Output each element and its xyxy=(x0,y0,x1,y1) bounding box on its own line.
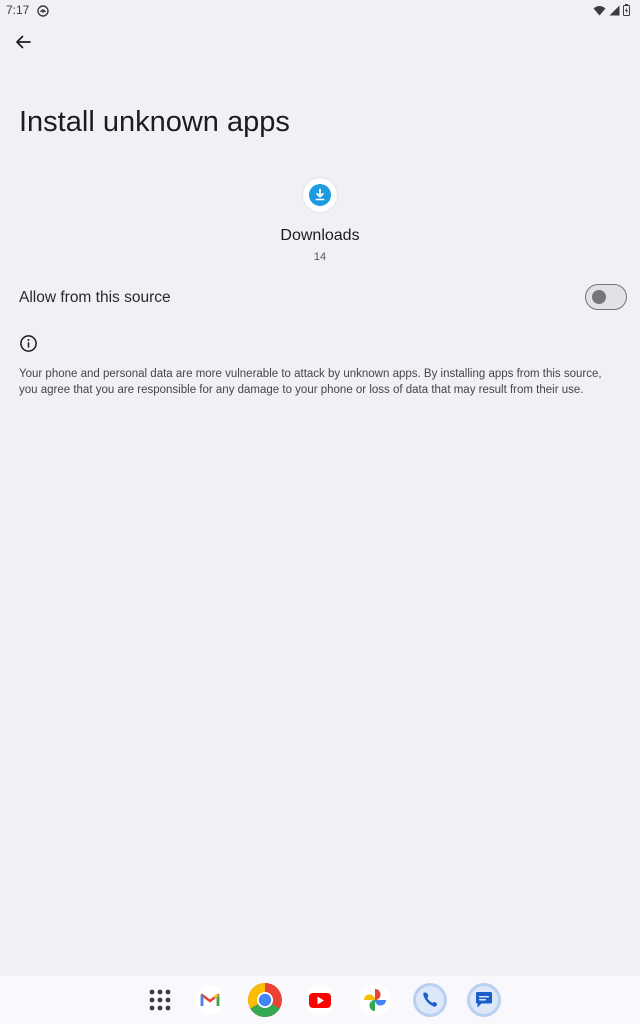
notification-icon xyxy=(37,4,49,17)
messages-icon xyxy=(467,983,501,1017)
toggle-knob xyxy=(592,290,606,304)
arrow-back-icon xyxy=(16,35,31,49)
status-icons xyxy=(593,3,630,21)
warning-text: Your phone and personal data are more vu… xyxy=(19,368,602,396)
signal-icon xyxy=(609,3,620,21)
allow-from-source-toggle[interactable] xyxy=(585,284,627,310)
battery-icon xyxy=(623,3,630,21)
info-icon xyxy=(19,334,38,353)
app-version: 14 xyxy=(313,251,327,263)
status-time: 7:17 xyxy=(6,3,30,17)
messages-app-button[interactable] xyxy=(466,982,502,1018)
phone-icon xyxy=(413,983,447,1017)
download-icon xyxy=(309,184,331,206)
gmail-icon xyxy=(195,985,225,1015)
photos-app-button[interactable] xyxy=(357,982,393,1018)
photos-icon xyxy=(359,984,391,1016)
wifi-icon xyxy=(593,3,606,21)
dock xyxy=(0,976,640,1024)
phone-app-button[interactable] xyxy=(412,982,448,1018)
app-name: Downloads xyxy=(280,227,360,244)
chrome-app-button[interactable] xyxy=(247,982,283,1018)
setting-label: Allow from this source xyxy=(19,289,171,306)
status-bar: 7:17 xyxy=(0,0,640,22)
chrome-icon xyxy=(248,983,282,1017)
app-drawer-button[interactable] xyxy=(142,982,178,1018)
gmail-app-button[interactable] xyxy=(192,982,228,1018)
allow-from-source-row[interactable]: Allow from this source xyxy=(0,278,640,318)
youtube-app-button[interactable] xyxy=(302,982,338,1018)
page-title: Install unknown apps xyxy=(19,106,290,138)
app-drawer-icon xyxy=(149,989,171,1011)
back-button[interactable] xyxy=(9,28,37,56)
app-header: Downloads 14 xyxy=(0,178,640,263)
app-icon xyxy=(303,178,337,212)
youtube-icon xyxy=(304,984,336,1016)
